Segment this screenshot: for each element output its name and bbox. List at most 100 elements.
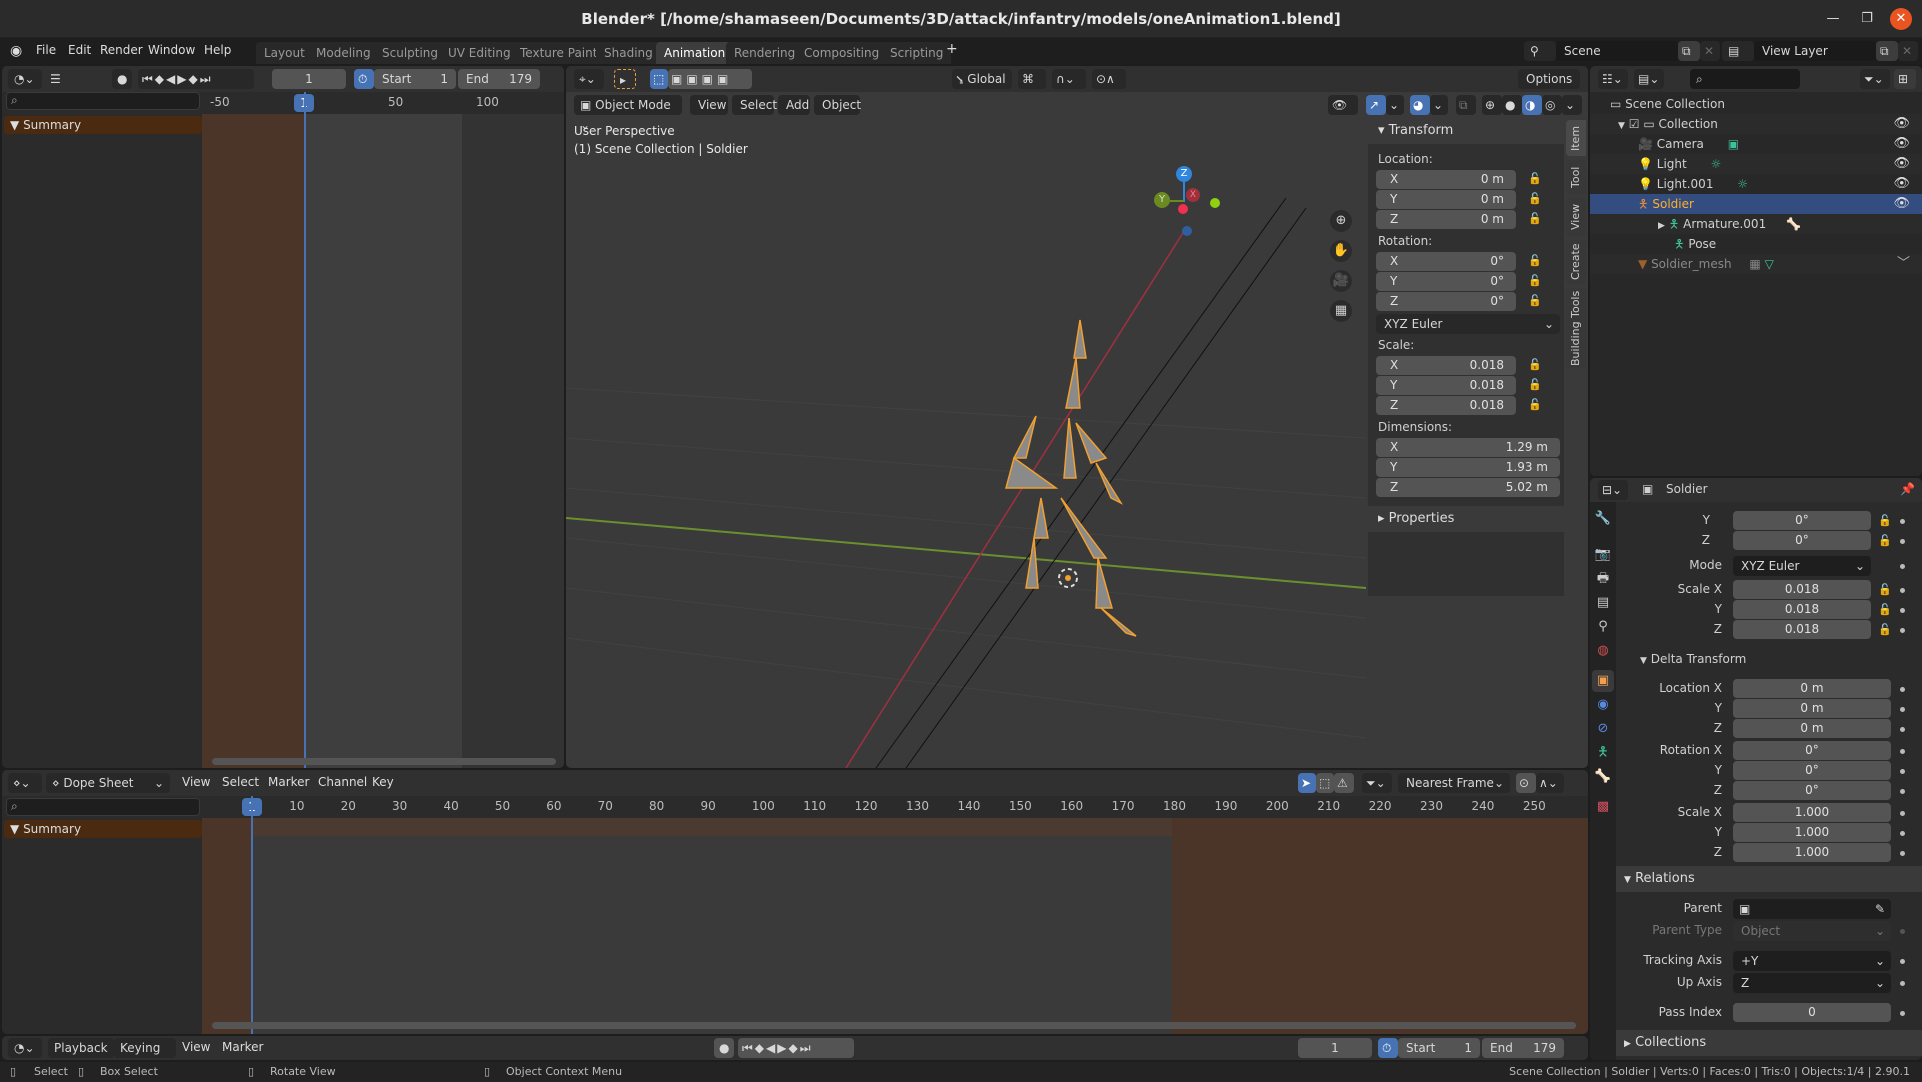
up-axis-dropdown[interactable]: Z ⌄ (1733, 973, 1891, 993)
lock-icon[interactable]: 🔓 (1528, 192, 1542, 205)
lock-icon[interactable]: 🔓 (1878, 583, 1892, 596)
lock-icon[interactable]: 🔓 (1528, 294, 1542, 307)
rotation-x-field[interactable]: X 0° (1376, 252, 1516, 271)
chevron-down-icon[interactable]: ﹀ (1897, 254, 1910, 274)
keyframe-dot[interactable] (1900, 564, 1905, 569)
xray-toggle-icon[interactable]: ⧉ (1456, 95, 1476, 115)
outliner-scene-collection[interactable]: ▭ Scene Collection (1590, 94, 1922, 114)
blender-logo-icon[interactable]: ◉ (10, 43, 22, 59)
gizmo-y-axis[interactable]: Y (1154, 192, 1170, 208)
parent-type-dropdown[interactable]: Object ⌄ (1733, 921, 1891, 941)
falloff-icon[interactable]: ∧⌄ (1536, 773, 1564, 793)
menu-file[interactable]: File (36, 43, 56, 57)
rotation-mode-dropdown[interactable]: XYZ Euler ⌄ (1376, 314, 1560, 334)
viewport-menu-add[interactable]: Add (778, 95, 810, 115)
outliner-item-armature-001[interactable]: ▶ 🯅 Armature.001 🦴 (1590, 214, 1922, 234)
dopesheet-mode-dropdown[interactable]: ⋄ Dope Sheet ⌄ (46, 773, 170, 793)
timeline-ruler[interactable]: -50 1 50 100 (202, 92, 564, 114)
rotation-z-field[interactable]: Z 0° (1376, 292, 1516, 311)
keyframe-dot[interactable] (1900, 831, 1905, 836)
transform-orientation-dropdown[interactable]: ⭸ Global (952, 69, 1012, 89)
gizmo-neg-z[interactable] (1182, 226, 1192, 236)
outliner-item-camera[interactable]: 🎥 Camera ▣ 👁 (1590, 134, 1922, 154)
horizontal-scrollbar[interactable] (212, 758, 556, 765)
hamburger-menu-icon[interactable]: ☰ (46, 69, 70, 89)
workspace-tab-modeling[interactable]: Modeling (308, 42, 379, 64)
record-icon[interactable]: ● (714, 1038, 734, 1058)
viewport-menu-view[interactable]: View (690, 95, 728, 115)
overlays-toggle-icon[interactable]: ◕ (1410, 95, 1430, 115)
keyframe-dot[interactable] (1900, 707, 1905, 712)
sidebar-tab-view[interactable]: View (1566, 198, 1586, 236)
maximize-button[interactable]: ❐ (1856, 8, 1878, 30)
keyframe-dot[interactable] (1900, 959, 1905, 964)
sidebar-tab-tool[interactable]: Tool (1566, 160, 1586, 194)
delta-scale-y-field[interactable]: 1.000 (1733, 823, 1891, 842)
keyframe-dot[interactable] (1900, 628, 1905, 633)
proportional-editing-icon[interactable]: ⊙ (1516, 773, 1536, 793)
viewport-scene[interactable] (566, 118, 1366, 768)
timeline-search-input[interactable]: ⌕ (6, 92, 200, 110)
overlays-dropdown-icon[interactable]: ⌄ (1430, 95, 1448, 115)
gizmo-toggle-icon[interactable]: ↗ (1366, 95, 1386, 115)
editor-type-viewport-icon[interactable]: ⌖⌄ (574, 69, 604, 89)
dopesheet-filter-icon[interactable]: ⏷⌄ (1362, 773, 1392, 793)
dopesheet-menu-marker[interactable]: Marker (268, 775, 309, 789)
outliner-item-collection[interactable]: ▼ ☑ ▭ Collection 👁 (1590, 114, 1922, 134)
keyframe-dot[interactable] (1900, 929, 1905, 934)
display-mode-icon[interactable]: ▤⌄ (1634, 69, 1664, 89)
outliner-item-soldier-mesh[interactable]: ▼ Soldier_mesh ▦ ▽ ﹀ (1590, 254, 1922, 274)
stopwatch-icon[interactable]: ⏱ (354, 69, 374, 89)
lock-icon[interactable]: 🔓 (1528, 254, 1542, 267)
pivot-point-icon[interactable]: ⌘ (1018, 69, 1046, 89)
playback-controls[interactable]: ⏮◆◀▶◆⏭ (138, 69, 254, 89)
rotation-z-field[interactable]: 0° (1733, 531, 1871, 550)
workspace-tab-rendering[interactable]: Rendering (726, 42, 804, 64)
scale-z-field[interactable]: Z 0.018 (1376, 396, 1516, 415)
delta-rotation-x-field[interactable]: 0° (1733, 741, 1891, 760)
gizmo-neg-y[interactable] (1210, 198, 1220, 208)
stopwatch-icon[interactable]: ⏱ (1378, 1038, 1398, 1058)
eyedropper-icon[interactable]: ✎ (1875, 899, 1885, 919)
workspace-tab-uv-editing[interactable]: UV Editing (440, 42, 519, 64)
shading-wireframe-icon[interactable]: ⊕ (1482, 95, 1502, 115)
keyframe-dot[interactable] (1900, 727, 1905, 732)
dopesheet-search-input[interactable]: ⌕ (6, 798, 200, 816)
horizontal-scrollbar[interactable] (212, 1022, 1576, 1029)
keyframe-dot[interactable] (1900, 608, 1905, 613)
view-layer-selector-icon[interactable]: ▤ (1722, 41, 1754, 61)
workspace-tab-scripting[interactable]: Scripting (882, 42, 952, 64)
pass-index-field[interactable]: 0 (1733, 1003, 1891, 1022)
lock-icon[interactable]: 🔓 (1878, 514, 1892, 527)
outliner-search-input[interactable]: ⌕ (1690, 69, 1800, 89)
timeline-editor-type-icon[interactable]: ◔⌄ (8, 1038, 42, 1058)
keyframe-dot[interactable] (1900, 851, 1905, 856)
rotation-mode-dropdown[interactable]: XYZ Euler ⌄ (1733, 556, 1871, 576)
playback-menu[interactable]: Playback ⌄ (48, 1038, 114, 1075)
delta-rotation-z-field[interactable]: 0° (1733, 781, 1891, 800)
delete-scene-icon[interactable]: ✕ (1700, 41, 1720, 61)
properties-editor-type-icon[interactable]: ⊟⌄ (1598, 480, 1628, 500)
keyframe-dot[interactable] (1900, 789, 1905, 794)
mode-dropdown[interactable]: ▣ Object Mode ⌄ (574, 95, 682, 132)
options-dropdown[interactable]: Options (1518, 69, 1580, 89)
shading-dropdown-icon[interactable]: ⌄ (1562, 95, 1582, 115)
workspace-tab-shading[interactable]: Shading (596, 42, 661, 64)
eye-icon[interactable]: 👁 (1893, 114, 1910, 134)
workspace-tab-animation[interactable]: Animation (656, 42, 734, 64)
navigation-gizmo[interactable]: Z Y X (1154, 164, 1220, 236)
collections-panel-header[interactable]: ▶ Collections (1616, 1030, 1922, 1056)
delta-transform-header[interactable]: ▼ Delta Transform (1640, 652, 1746, 666)
new-scene-icon[interactable]: ⧉ (1678, 41, 1700, 61)
location-x-field[interactable]: X 0 m (1376, 170, 1516, 189)
sidebar-tab-building-tools[interactable]: Building Tools (1566, 288, 1586, 368)
timeline-menu-view[interactable]: View (182, 1040, 210, 1054)
lock-icon[interactable]: 🔓 (1878, 603, 1892, 616)
filter-icon[interactable]: ⏷⌄ (1860, 69, 1890, 89)
dopesheet-channel-summary[interactable]: ▼ Summary (4, 820, 202, 838)
menu-render[interactable]: Render (100, 43, 143, 57)
current-frame-field[interactable]: 1 (272, 69, 346, 89)
gizmo-dropdown-icon[interactable]: ⌄ (1386, 95, 1404, 115)
view-layer-field[interactable]: View Layer (1754, 41, 1876, 61)
select-tool-icon[interactable]: ▸ (614, 69, 636, 89)
